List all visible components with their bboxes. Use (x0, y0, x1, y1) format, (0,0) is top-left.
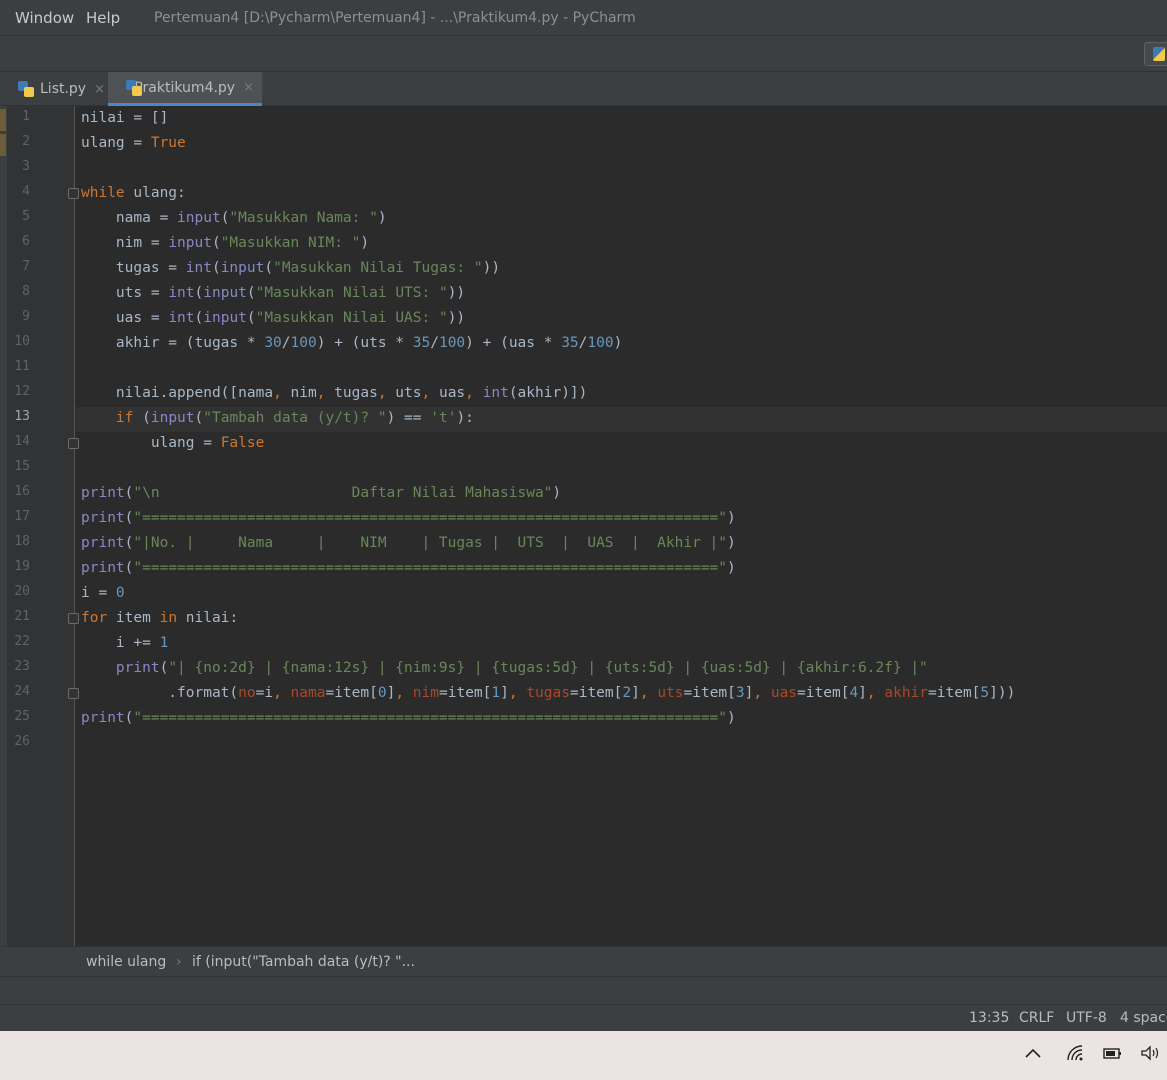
line-number: 4 (22, 184, 30, 199)
line-number: 8 (22, 284, 30, 299)
line-number-current: 13 (14, 409, 30, 424)
line-number: 17 (14, 509, 30, 524)
line-number: 9 (22, 309, 30, 324)
volume-icon[interactable] (1140, 1045, 1162, 1066)
fold-icon[interactable] (68, 688, 79, 699)
line-number: 10 (14, 334, 30, 349)
line-number: 14 (14, 434, 30, 449)
editor-tabs: List.py × Praktikum4.py × (0, 72, 1167, 106)
python-file-icon (18, 81, 34, 97)
line-number: 11 (14, 359, 30, 374)
code-line[interactable]: .format(no=i, nama=item[0], nim=item[1],… (81, 681, 1015, 706)
change-marker (0, 134, 6, 156)
code-line[interactable]: i = 0 (81, 581, 125, 606)
line-number: 6 (22, 234, 30, 249)
chevron-up-icon[interactable] (1024, 1045, 1042, 1065)
close-icon[interactable]: × (94, 82, 105, 97)
tab-label: List.py (40, 81, 87, 97)
breadcrumb: while ulang › if (input("Tambah data (y/… (0, 946, 1167, 976)
fold-icon[interactable] (68, 438, 79, 449)
code-line[interactable]: akhir = (tugas * 30/100) + (uts * 35/100… (81, 331, 622, 356)
line-number: 19 (14, 559, 30, 574)
line-number: 18 (14, 534, 30, 549)
window-title: Pertemuan4 [D:\Pycharm\Pertemuan4] - ...… (154, 10, 636, 26)
line-number: 20 (14, 584, 30, 599)
line-number: 15 (14, 459, 30, 474)
breadcrumb-while[interactable]: while ulang (86, 954, 166, 970)
change-marker (0, 109, 6, 131)
python-interpreter-button[interactable] (1144, 42, 1167, 66)
title-bar: Window Help Pertemuan4 [D:\Pycharm\Perte… (0, 0, 1167, 36)
code-line[interactable]: nama = input("Masukkan Nama: ") (81, 206, 387, 231)
code-line[interactable]: uts = int(input("Masukkan Nilai UTS: ")) (81, 281, 465, 306)
fold-icon[interactable] (68, 188, 79, 199)
code-line[interactable]: print("\n Daftar Nilai Mahasiswa") (81, 481, 561, 506)
breadcrumb-separator: › (176, 954, 182, 970)
close-icon[interactable]: × (243, 80, 254, 95)
menu-help[interactable]: Help (86, 9, 120, 27)
python-icon (1153, 47, 1165, 61)
code-line[interactable]: uas = int(input("Masukkan Nilai UAS: ")) (81, 306, 465, 331)
tool-window-bar (0, 976, 1167, 1004)
status-bar: 13:35 CRLF UTF-8 4 spaces (0, 1004, 1167, 1031)
line-number: 2 (22, 134, 30, 149)
line-number: 24 (14, 684, 30, 699)
code-line[interactable]: print("=================================… (81, 556, 736, 581)
change-strip (0, 106, 7, 946)
code-line[interactable]: print("| {no:2d} | {nama:12s} | {nim:9s}… (81, 656, 928, 681)
code-line[interactable]: for item in nilai: (81, 606, 238, 631)
line-number: 5 (22, 209, 30, 224)
windows-taskbar (0, 1031, 1167, 1080)
line-number: 25 (14, 709, 30, 724)
file-encoding[interactable]: UTF-8 (1066, 1010, 1107, 1026)
line-separator[interactable]: CRLF (1019, 1010, 1054, 1026)
tab-label: Praktikum4.py (134, 79, 236, 96)
code-line[interactable]: print("=================================… (81, 706, 736, 731)
code-line[interactable]: tugas = int(input("Masukkan Nilai Tugas:… (81, 256, 500, 281)
line-number-gutter (0, 106, 75, 946)
line-number: 3 (22, 159, 30, 174)
code-editor[interactable]: 1 2 3 4 5 6 7 8 9 10 11 12 13 14 15 16 1… (0, 106, 1167, 946)
code-line[interactable]: print("=================================… (81, 506, 736, 531)
code-line[interactable]: nilai = [] (81, 106, 168, 131)
code-line[interactable]: nim = input("Masukkan NIM: ") (81, 231, 369, 256)
line-number: 26 (14, 734, 30, 749)
line-number: 16 (14, 484, 30, 499)
code-line[interactable]: ulang = True (81, 131, 186, 156)
battery-icon[interactable] (1103, 1045, 1123, 1065)
tab-praktikum4-py[interactable]: Praktikum4.py × (108, 72, 262, 106)
line-number: 12 (14, 384, 30, 399)
code-line[interactable]: ulang = False (81, 431, 265, 456)
breadcrumb-if[interactable]: if (input("Tambah data (y/t)? "... (192, 954, 415, 970)
caret-position[interactable]: 13:35 (969, 1010, 1009, 1026)
code-line[interactable]: while ulang: (81, 181, 186, 206)
indent-setting[interactable]: 4 spaces (1120, 1010, 1167, 1026)
line-number: 21 (14, 609, 30, 624)
python-file-icon (126, 79, 145, 96)
code-line[interactable]: print("|No. | Nama | NIM | Tugas | UTS |… (81, 531, 736, 556)
menu-window[interactable]: Window (15, 9, 74, 27)
toolbar (0, 36, 1167, 72)
code-line[interactable]: nilai.append([nama, nim, tugas, uts, uas… (81, 381, 588, 406)
line-number: 22 (14, 634, 30, 649)
fold-icon[interactable] (68, 613, 79, 624)
line-number: 1 (22, 109, 30, 124)
code-line[interactable]: if (input("Tambah data (y/t)? ") == 't')… (81, 406, 474, 431)
line-number: 7 (22, 259, 30, 274)
wifi-icon[interactable] (1066, 1045, 1084, 1066)
code-line[interactable]: i += 1 (81, 631, 168, 656)
tab-list-py[interactable]: List.py × (0, 72, 113, 106)
line-number: 23 (14, 659, 30, 674)
